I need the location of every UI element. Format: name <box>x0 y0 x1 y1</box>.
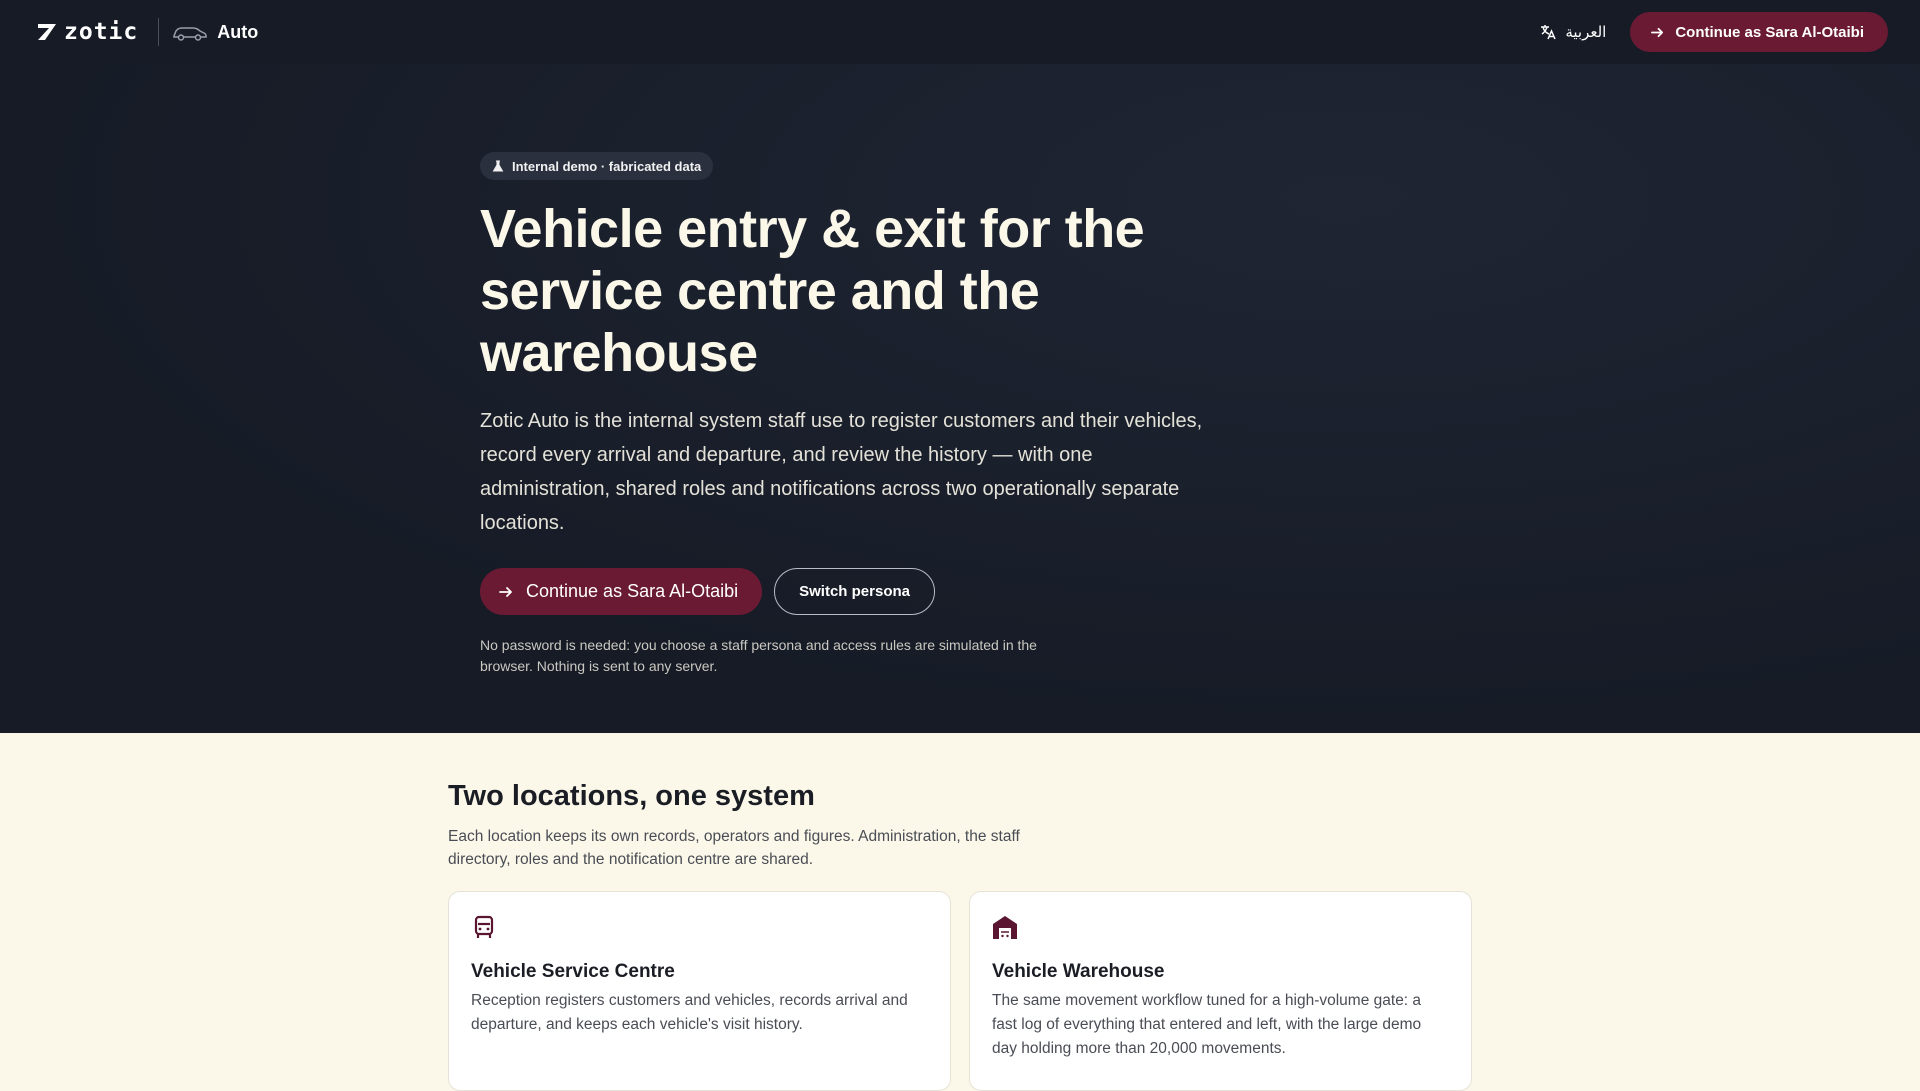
hero-actions: Continue as Sara Al-Otaibi Switch person… <box>480 568 1240 615</box>
switch-persona-button[interactable]: Switch persona <box>774 568 935 615</box>
car-icon <box>173 27 207 41</box>
zotic-logo: zotic <box>36 19 138 45</box>
arrow-right-icon <box>499 586 512 597</box>
continue-as-persona-primary-button[interactable]: Continue as Sara Al-Otaibi <box>480 568 763 615</box>
section-description: Each location keeps its own records, ope… <box>448 828 1020 868</box>
card-description: Reception registers customers and vehicl… <box>471 992 908 1033</box>
arrow-right-icon <box>1651 27 1664 37</box>
brand-divider <box>158 18 160 46</box>
nav-actions: العربية Continue as Sara Al-Otaibi <box>1539 12 1888 52</box>
hero-section: Internal demo · fabricated data Vehicle … <box>0 64 1920 733</box>
brand[interactable]: zotic Auto <box>36 18 258 46</box>
flask-icon <box>492 160 504 172</box>
location-card-service-centre[interactable]: Vehicle Service Centre Reception registe… <box>448 891 951 1091</box>
language-toggle-button[interactable]: العربية <box>1539 23 1606 41</box>
location-cards: Vehicle Service Centre Reception registe… <box>448 891 1472 1091</box>
top-navigation: zotic Auto العربية Continue as Sara Al-O… <box>0 0 1920 64</box>
language-label: العربية <box>1565 23 1607 41</box>
continue-as-persona-button[interactable]: Continue as Sara Al-Otaibi <box>1630 12 1888 52</box>
card-title: Vehicle Service Centre <box>471 961 675 982</box>
location-card-warehouse[interactable]: Vehicle Warehouse The same movement work… <box>969 891 1472 1091</box>
translate-icon <box>1541 25 1557 40</box>
section-title: Two locations, one system <box>448 780 815 812</box>
hero-description: Zotic Auto is the internal system staff … <box>480 410 1203 534</box>
card-description: The same movement workflow tuned for a h… <box>992 992 1422 1057</box>
continue-button-label: Continue as Sara Al-Otaibi <box>1675 23 1864 41</box>
brand-wordmark: zotic <box>64 19 139 45</box>
car-front-icon <box>474 915 494 938</box>
primary-button-label: Continue as Sara Al-Otaibi <box>526 581 739 601</box>
hero-title: Vehicle entry & exit for the service cen… <box>480 199 1145 383</box>
demo-badge: Internal demo · fabricated data <box>480 152 714 180</box>
card-title: Vehicle Warehouse <box>992 961 1165 982</box>
zotic-logo-icon <box>38 24 56 40</box>
warehouse-icon <box>993 916 1017 939</box>
product-name: Auto <box>217 21 259 42</box>
hero-note: No password is needed: you choose a staf… <box>480 637 1037 674</box>
locations-section: Two locations, one system Each location … <box>448 780 1472 1091</box>
demo-badge-label: Internal demo · fabricated data <box>512 158 702 174</box>
